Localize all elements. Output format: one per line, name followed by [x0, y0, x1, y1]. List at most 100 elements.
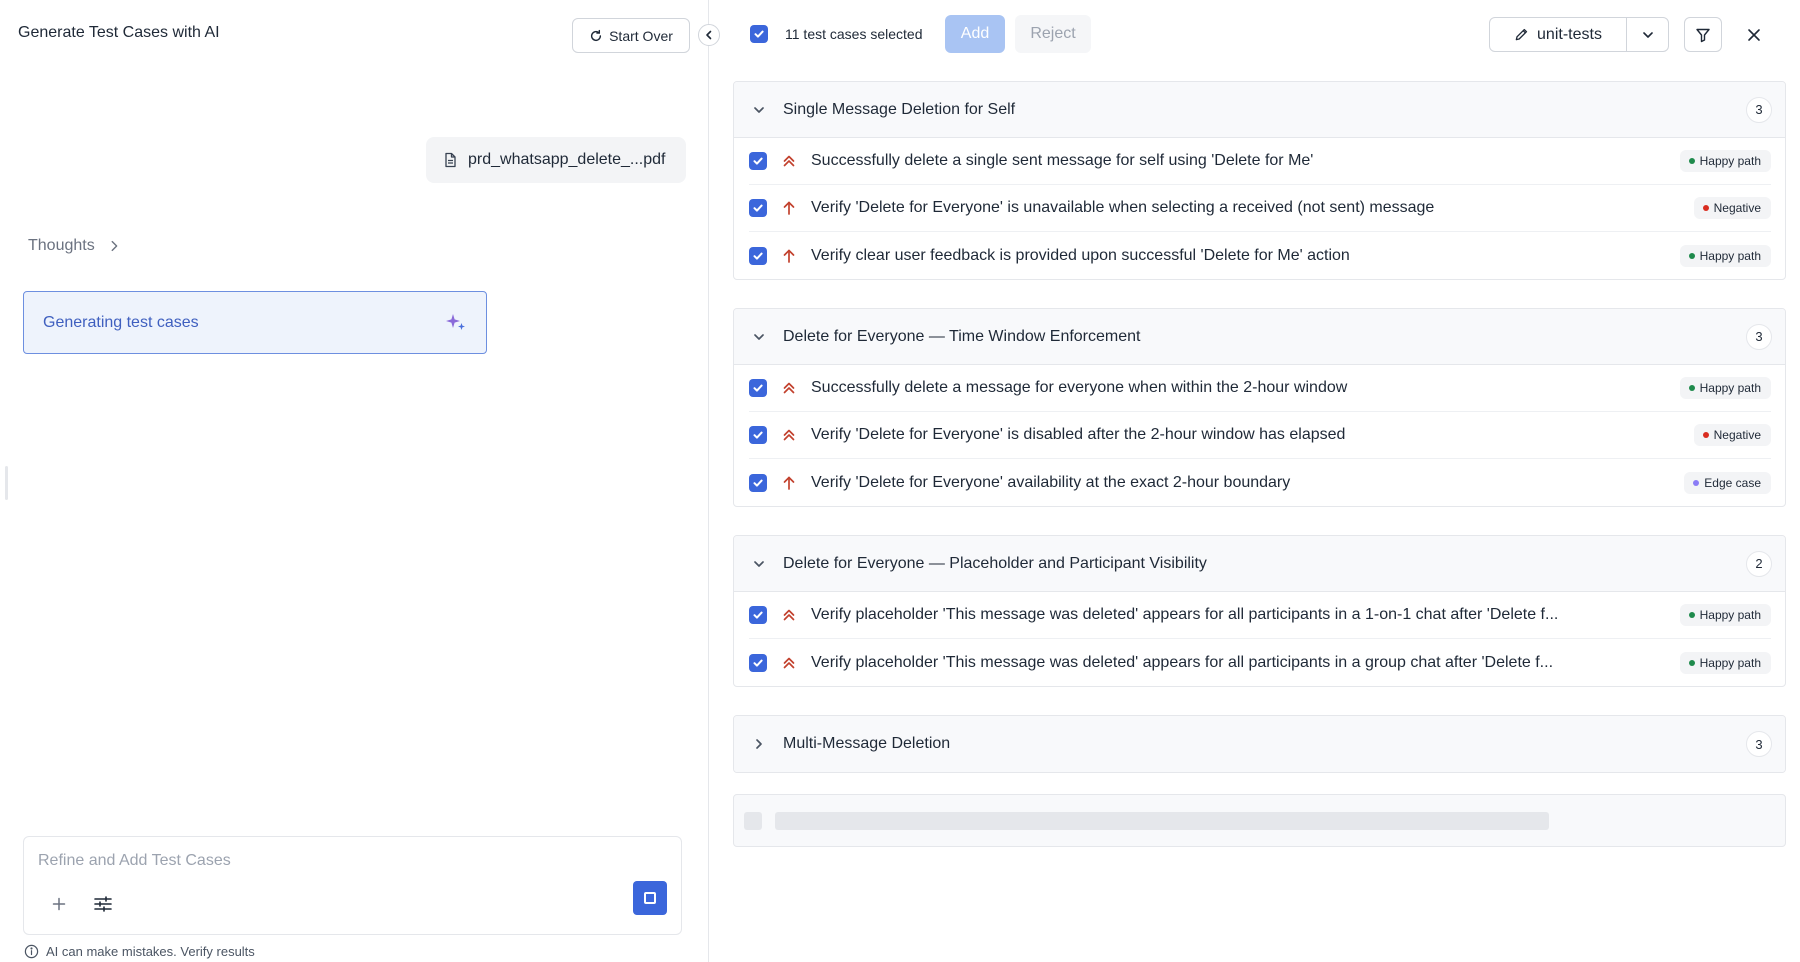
- test-case-row[interactable]: Verify clear user feedback is provided u…: [749, 232, 1771, 279]
- high-priority-icon: [783, 609, 795, 621]
- test-type-label: Negative: [1713, 201, 1761, 215]
- thoughts-toggle[interactable]: Thoughts: [28, 237, 121, 255]
- status-dot: [1702, 432, 1709, 438]
- select-all-checkbox[interactable]: [750, 25, 768, 43]
- suite-selector-button[interactable]: unit-tests: [1489, 17, 1627, 52]
- chevron-down-icon: [754, 106, 764, 113]
- test-case-row[interactable]: Successfully delete a single sent messag…: [749, 138, 1771, 185]
- check-icon: [753, 204, 763, 212]
- high-priority-icon: [783, 382, 795, 394]
- chevron-down-icon: [754, 333, 764, 340]
- test-type-label: Happy path: [1699, 655, 1761, 670]
- resize-handle[interactable]: [5, 466, 8, 500]
- collapse-panel-button[interactable]: [698, 24, 720, 46]
- test-type-badge: Negative: [1693, 424, 1771, 446]
- plus-icon: [52, 897, 66, 911]
- test-type-badge: Happy path: [1679, 377, 1771, 399]
- test-case-groups: Single Message Deletion for Self 3 Success…: [733, 81, 1786, 801]
- check-icon: [754, 30, 764, 38]
- medium-priority-icon: [783, 249, 795, 263]
- stop-generation-button[interactable]: [633, 881, 667, 915]
- high-priority-icon: [783, 155, 795, 167]
- group-header[interactable]: Multi-Message Deletion 3: [734, 716, 1785, 772]
- test-case-title: Successfully delete a message for everyo…: [811, 379, 1348, 396]
- test-case-title: Verify clear user feedback is provided u…: [811, 246, 1350, 264]
- test-case-title: Verify 'Delete for Everyone' availabilit…: [811, 473, 1291, 491]
- test-case-checkbox[interactable]: [749, 606, 767, 624]
- test-type-badge: Negative: [1693, 197, 1771, 219]
- selection-count: 11 test cases selected: [785, 26, 923, 42]
- test-case-row[interactable]: Successfully delete a message for everyo…: [749, 365, 1771, 412]
- attached-file-chip[interactable]: prd_whatsapp_delete_...pdf: [426, 137, 686, 183]
- start-over-label: Start Over: [609, 27, 673, 44]
- test-case-checkbox[interactable]: [749, 152, 767, 170]
- skeleton-checkbox: [744, 812, 762, 830]
- group-count-badge: 3: [1746, 96, 1772, 123]
- settings-button[interactable]: [87, 888, 119, 920]
- group-body: Verify placeholder 'This message was del…: [734, 592, 1785, 686]
- suite-dropdown-button[interactable]: [1626, 17, 1669, 52]
- generation-status: Generating test cases: [23, 291, 487, 354]
- chevron-down-icon: [1642, 31, 1653, 38]
- select-all-check-box[interactable]: [750, 25, 768, 43]
- test-type-label: Happy path: [1699, 608, 1761, 622]
- test-case-group: Delete for Everyone — Time Window Enforc…: [733, 308, 1786, 507]
- thoughts-label: Thoughts: [28, 237, 95, 254]
- refresh-icon: [591, 29, 602, 41]
- test-case-checkbox[interactable]: [749, 199, 767, 217]
- file-icon: [445, 152, 456, 168]
- test-type-label: Happy path: [1699, 248, 1761, 263]
- group-header[interactable]: Delete for Everyone — Time Window Enforc…: [734, 309, 1785, 365]
- group-header[interactable]: Delete for Everyone — Placeholder and Pa…: [734, 536, 1785, 592]
- test-type-badge: Happy path: [1679, 651, 1771, 674]
- test-case-checkbox[interactable]: [749, 653, 767, 672]
- test-case-title: Verify 'Delete for Everyone' is disabled…: [811, 426, 1346, 443]
- test-case-checkbox[interactable]: [749, 379, 767, 397]
- close-button[interactable]: [1736, 17, 1771, 52]
- test-type-badge: Happy path: [1679, 150, 1771, 172]
- test-case-group: Multi-Message Deletion 3: [733, 715, 1786, 773]
- test-case-row[interactable]: Verify placeholder 'This message was del…: [749, 592, 1771, 639]
- group-title: Delete for Everyone — Time Window Enforc…: [783, 327, 1141, 345]
- test-case-group: Delete for Everyone — Placeholder and Pa…: [733, 535, 1786, 687]
- attach-button[interactable]: [43, 888, 75, 920]
- test-case-checkbox[interactable]: [749, 246, 767, 265]
- test-case-checkbox[interactable]: [749, 473, 767, 492]
- test-type-label: Happy path: [1699, 154, 1761, 168]
- group-body: Successfully delete a message for everyo…: [734, 365, 1785, 506]
- check-icon: [753, 252, 763, 260]
- generation-status-label: Generating test cases: [43, 313, 199, 331]
- check-icon: [753, 611, 763, 619]
- group-header[interactable]: Single Message Deletion for Self 3: [734, 82, 1785, 138]
- skeleton-line: [775, 812, 1549, 830]
- refine-input[interactable]: [38, 849, 638, 873]
- start-over-button[interactable]: Start Over: [572, 18, 690, 53]
- test-type-badge: Happy path: [1679, 604, 1771, 626]
- test-case-row[interactable]: Verify 'Delete for Everyone' is unavaila…: [749, 185, 1771, 232]
- chevron-down-icon: [754, 560, 764, 567]
- test-case-row[interactable]: Verify placeholder 'This message was del…: [749, 639, 1771, 686]
- test-case-title: Successfully delete a single sent messag…: [811, 152, 1314, 169]
- test-type-label: Edge case: [1704, 475, 1761, 490]
- filter-button[interactable]: [1684, 17, 1722, 52]
- test-type-badge: Happy path: [1679, 244, 1771, 267]
- test-case-group: Single Message Deletion for Self 3 Success…: [733, 81, 1786, 280]
- high-priority-icon: [783, 657, 795, 668]
- sparkles-icon: [446, 313, 465, 330]
- reject-button[interactable]: Reject: [1015, 15, 1091, 53]
- group-count-badge: 2: [1746, 550, 1772, 577]
- panel-title: Generate Test Cases with AI: [18, 24, 220, 41]
- add-button[interactable]: Add: [945, 15, 1005, 53]
- chevron-right-icon: [756, 739, 762, 749]
- status-dot: [1693, 479, 1700, 486]
- test-case-row[interactable]: Verify 'Delete for Everyone' is disabled…: [749, 412, 1771, 459]
- high-priority-icon: [783, 429, 795, 441]
- status-dot: [1688, 385, 1695, 391]
- test-case-checkbox[interactable]: [749, 426, 767, 444]
- test-case-row[interactable]: Verify 'Delete for Everyone' availabilit…: [749, 459, 1771, 506]
- test-case-title: Verify 'Delete for Everyone' is unavaila…: [811, 199, 1435, 216]
- check-icon: [753, 384, 763, 392]
- group-title: Delete for Everyone — Placeholder and Pa…: [783, 554, 1207, 572]
- status-dot: [1688, 612, 1695, 618]
- test-type-label: Happy path: [1699, 381, 1761, 395]
